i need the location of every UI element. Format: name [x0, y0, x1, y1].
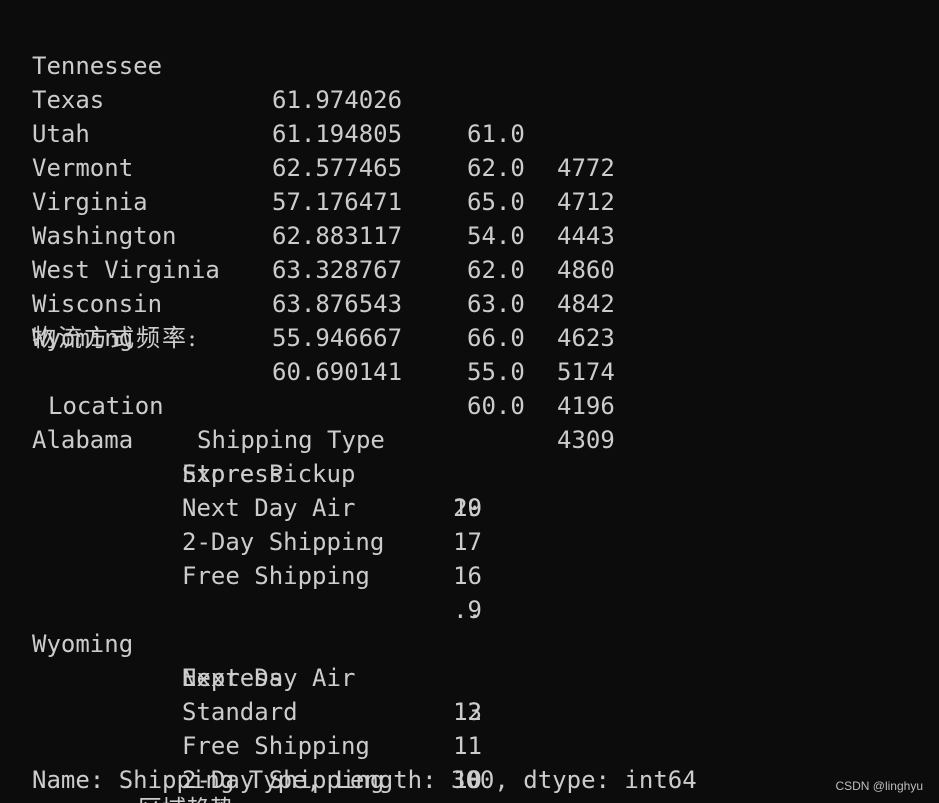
state-median: 62.0 [467, 154, 525, 182]
state-row: West Virginia 63.876543 66.0 5174 [32, 219, 615, 386]
state-row: Tennessee 61.974026 61.0 4772 [32, 15, 615, 182]
state-row: Virginia 62.883117 62.0 4842 [32, 151, 615, 318]
state-median: 65.0 [467, 188, 525, 216]
shipping-type-header: Shipping Type [197, 426, 385, 454]
state-mean: 62.577465 [272, 154, 403, 182]
state-row: Texas 61.194805 62.0 4712 [32, 49, 615, 216]
shipping-row: Free Shipping 9 [32, 525, 482, 624]
state-median: 60.0 [467, 392, 525, 420]
state-mean: 61.194805 [272, 120, 403, 148]
csdn-watermark: CSDN @linghyu [835, 779, 923, 793]
state-count: 4623 [557, 324, 615, 352]
state-mean: 63.876543 [272, 290, 403, 318]
shipping-row: 2-Day Shipping 16 [32, 491, 482, 590]
state-row: Wyoming 60.690141 60.0 4309 [32, 287, 615, 454]
row-count: 17 [453, 528, 482, 556]
row-shipping-type: Next Day Air [182, 494, 356, 522]
row-count: 19 [453, 494, 482, 522]
state-row: Utah 62.577465 65.0 4443 [32, 83, 615, 250]
state-row: Washington 63.328767 63.0 4623 [32, 185, 615, 352]
row-shipping-type: Free Shipping [182, 732, 370, 760]
state-mean: 62.883117 [272, 222, 403, 250]
shipping-row: Wyoming Express 13 [32, 593, 482, 726]
state-count: 4309 [557, 426, 615, 454]
shipping-row: Free Shipping 10 [32, 695, 482, 794]
shipping-row: Alabama Express 20 [32, 389, 482, 522]
state-median: 54.0 [467, 222, 525, 250]
shipping-row: Next Day Air 12 [32, 627, 482, 726]
row-shipping-type: Next Day Air [182, 664, 356, 692]
state-median: 63.0 [467, 290, 525, 318]
row-count: 11 [453, 732, 482, 760]
state-mean: 63.328767 [272, 256, 403, 284]
shipping-row: Standard 11 [32, 661, 482, 760]
state-count: 4196 [557, 392, 615, 420]
row-shipping-type: Store Pickup [182, 460, 356, 488]
state-row: Wisconsin 55.946667 55.0 4196 [32, 253, 615, 420]
shipping-row: Next Day Air 17 [32, 457, 482, 556]
shipping-row: 2-Day Shipping 8 [32, 729, 482, 803]
state-mean: 55.946667 [272, 324, 403, 352]
shipping-frequency-title: 物流方式频率: [32, 324, 199, 352]
row-count: 12 [453, 698, 482, 726]
clipped-next-line: 区域趋势 [138, 792, 234, 803]
shipping-header: Location Shipping Type [32, 355, 385, 454]
state-mean: 61.974026 [272, 86, 403, 114]
shipping-row: Store Pickup 19 [32, 423, 482, 522]
row-shipping-type: Standard [182, 698, 298, 726]
state-count: 4443 [557, 222, 615, 250]
row-shipping-type: Free Shipping [182, 562, 370, 590]
row-count: 16 [453, 562, 482, 590]
state-count: 4860 [557, 256, 615, 284]
state-count: 4712 [557, 188, 615, 216]
row-count: 8 [452, 797, 482, 803]
state-count: 4842 [557, 290, 615, 318]
state-row: Vermont 57.176471 54.0 4860 [32, 117, 615, 284]
state-count: 4772 [557, 154, 615, 182]
ellipsis: .. [453, 596, 482, 624]
state-mean: 60.690141 [272, 358, 403, 386]
state-mean: 57.176471 [272, 188, 403, 216]
row-shipping-type: 2-Day Shipping [182, 528, 385, 556]
state-median: 61.0 [467, 120, 525, 148]
state-median: 55.0 [467, 358, 525, 386]
state-median: 66.0 [467, 324, 525, 352]
terminal-output: Tennessee 61.974026 61.0 4772 Texas 61.1… [0, 0, 939, 803]
ellipsis-row: .. [32, 559, 482, 624]
state-count: 5174 [557, 358, 615, 386]
state-median: 62.0 [467, 256, 525, 284]
series-summary: Name: Shipping Type, Length: 300, dtype:… [32, 766, 697, 794]
